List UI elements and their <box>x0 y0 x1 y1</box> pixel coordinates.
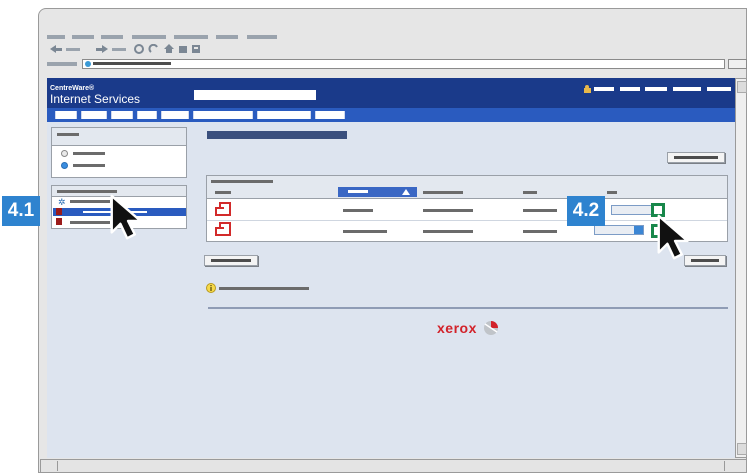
forward-label[interactable] <box>112 48 126 51</box>
sort-ascending-icon <box>402 189 410 195</box>
step-callout-4-1: 4.1 <box>2 196 40 226</box>
menu-item-view[interactable] <box>101 35 123 39</box>
job-name <box>343 209 373 212</box>
tab-address-book[interactable] <box>161 111 189 119</box>
job-date <box>523 209 557 212</box>
print-icon[interactable] <box>192 45 200 53</box>
menu-item-file[interactable] <box>47 35 65 39</box>
table-row <box>207 221 727 242</box>
mouse-pointer-icon <box>657 214 689 260</box>
page-title <box>207 131 347 139</box>
header-link-login[interactable] <box>594 87 614 91</box>
gear-icon: ✲ <box>58 197 66 207</box>
folder-item-settings[interactable] <box>70 200 110 203</box>
nav-tabs <box>47 108 735 122</box>
tab-jobs[interactable] <box>81 111 107 119</box>
document-icon <box>215 222 231 236</box>
refresh-icon[interactable] <box>148 44 158 53</box>
folder-icon <box>56 218 62 225</box>
vertical-scrollbar[interactable] <box>735 78 747 458</box>
device-name <box>194 90 316 100</box>
document-icon <box>215 202 231 216</box>
bookmark-icon[interactable] <box>179 46 187 53</box>
col-header-type <box>215 191 231 194</box>
cwis-page: CentreWare® Internet Services ✲ xerox <box>47 78 735 458</box>
home-icon[interactable] <box>164 44 174 53</box>
tab-status[interactable] <box>55 111 77 119</box>
delete-button[interactable] <box>204 255 258 266</box>
tab-scan[interactable] <box>137 111 157 119</box>
scroll-up-button[interactable] <box>737 81 747 93</box>
radio-active-jobs-label <box>73 152 105 155</box>
tab-support[interactable] <box>257 111 311 119</box>
tab-other[interactable] <box>315 111 345 119</box>
step-callout-4-2: 4.2 <box>567 196 605 226</box>
header-link-sitemap[interactable] <box>673 87 701 91</box>
site-icon <box>85 61 91 67</box>
stop-icon[interactable] <box>134 44 144 54</box>
menu-item-history[interactable] <box>132 35 166 39</box>
job-type-panel <box>51 127 187 178</box>
tab-properties[interactable] <box>193 111 253 119</box>
xerox-logo-text: xerox <box>437 320 477 336</box>
job-date <box>523 230 557 233</box>
jobs-table-caption <box>207 176 727 186</box>
jobs-table-title <box>211 180 273 183</box>
col-header-action <box>607 191 617 194</box>
jobs-table-header <box>207 186 727 199</box>
menu-item-tools[interactable] <box>216 35 238 39</box>
user-lock-icon[interactable] <box>582 85 594 93</box>
scroll-down-button[interactable] <box>737 443 747 455</box>
radio-active-jobs[interactable] <box>61 150 68 157</box>
col-header-date[interactable] <box>523 191 537 194</box>
brand-line-2: Internet Services <box>50 92 141 106</box>
header-link-index[interactable] <box>645 87 667 91</box>
browser-toolbar <box>50 44 200 54</box>
col-header-owner[interactable] <box>423 191 463 194</box>
xerox-sphere-icon <box>484 321 498 335</box>
address-field[interactable] <box>82 59 725 69</box>
col-header-name[interactable] <box>338 187 417 197</box>
header-link-home[interactable] <box>620 87 640 91</box>
radio-saved-jobs[interactable] <box>61 162 68 169</box>
forward-arrow-icon[interactable] <box>96 45 108 53</box>
status-bar <box>40 459 747 473</box>
cwis-header: CentreWare® Internet Services <box>47 78 735 108</box>
info-icon <box>206 283 216 293</box>
jobs-table <box>206 175 728 242</box>
job-name <box>343 230 387 233</box>
address-text <box>93 62 171 65</box>
radio-saved-jobs-label <box>73 164 105 167</box>
back-arrow-icon[interactable] <box>50 45 62 53</box>
table-row <box>207 199 727 220</box>
job-owner <box>423 230 473 233</box>
job-type-panel-title <box>57 133 79 136</box>
tab-print[interactable] <box>111 111 133 119</box>
folder-icon <box>56 208 62 215</box>
folder-panel-title <box>57 190 117 193</box>
info-message <box>219 287 309 290</box>
job-owner <box>423 209 473 212</box>
status-bar-text <box>57 461 725 471</box>
col-header-name-label <box>348 190 368 193</box>
job-type-panel-header <box>52 128 186 146</box>
go-button[interactable] <box>728 59 747 69</box>
refresh-button[interactable] <box>667 152 725 163</box>
menu-item-bookmarks[interactable] <box>174 35 208 39</box>
menu-item-edit[interactable] <box>72 35 94 39</box>
header-link-help[interactable] <box>707 87 731 91</box>
action-dropdown[interactable] <box>594 225 644 235</box>
content-divider <box>208 307 728 309</box>
mouse-pointer-icon <box>110 194 142 240</box>
address-label <box>47 62 77 66</box>
back-label[interactable] <box>66 48 80 51</box>
dropdown-arrow-icon <box>634 226 643 234</box>
menu-item-help[interactable] <box>247 35 277 39</box>
folder-item-other[interactable] <box>70 221 110 224</box>
